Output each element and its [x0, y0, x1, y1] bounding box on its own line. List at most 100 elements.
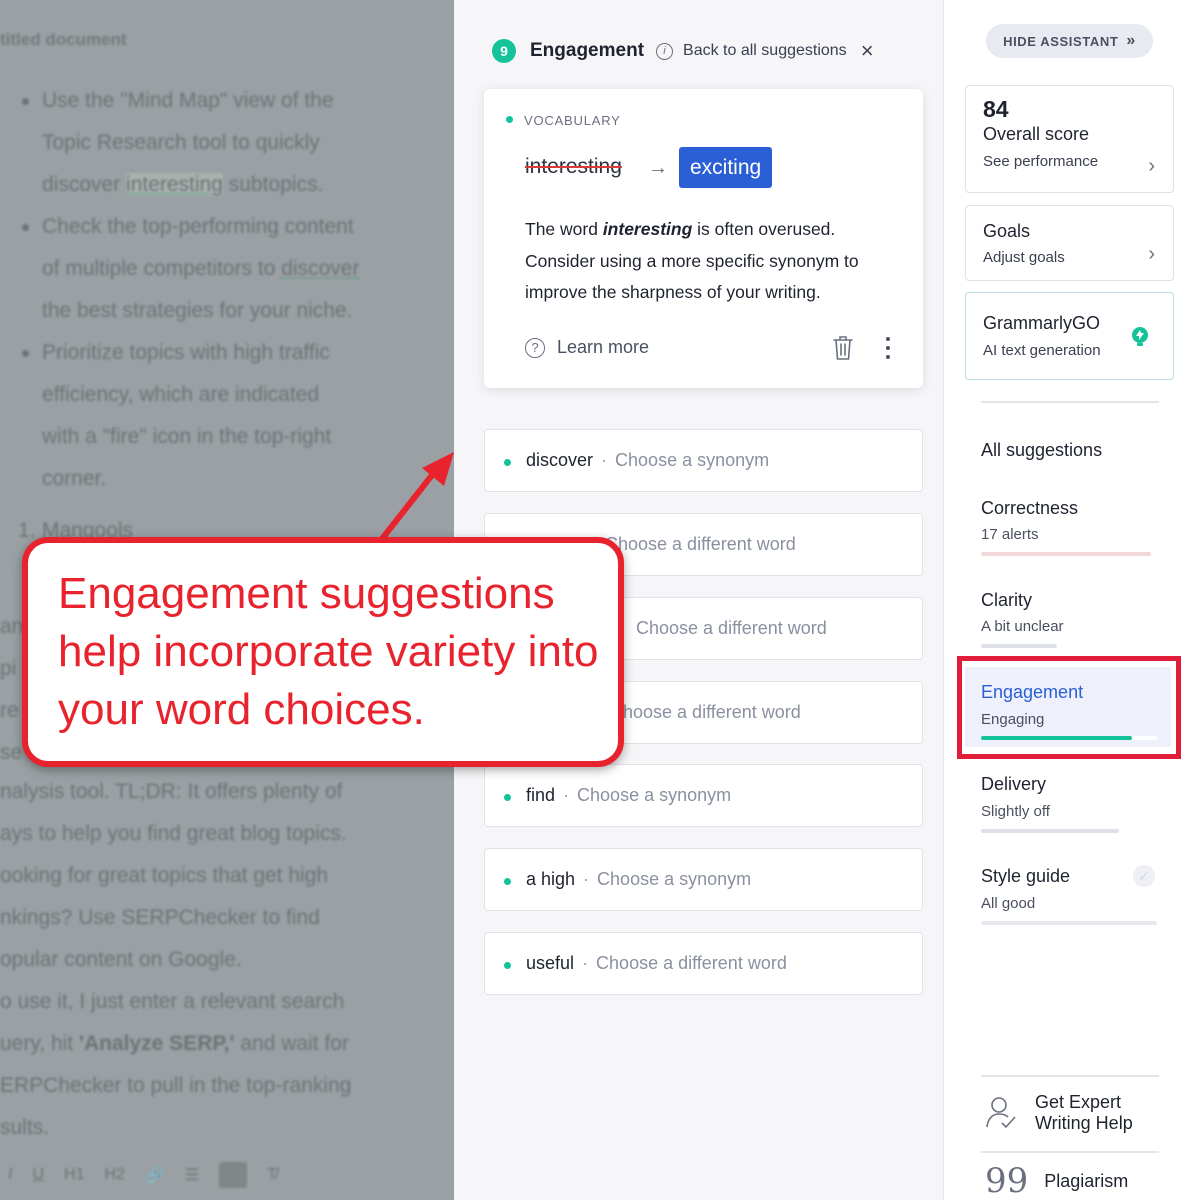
doc-text-line: Prioritize topics with high traffic	[42, 341, 330, 364]
category-style-guide-bar	[981, 921, 1157, 925]
category-correctness-bar	[981, 552, 1151, 556]
hide-assistant-button[interactable]: HIDE ASSISTANT»	[986, 24, 1153, 58]
category-dot	[504, 459, 511, 466]
list-bullet	[22, 224, 29, 231]
original-word: interesting	[525, 155, 622, 178]
plagiarism-button[interactable]: 99 Plagiarism	[985, 1161, 1129, 1200]
quote-icon: 99	[985, 1161, 1029, 1200]
sidebar-divider	[981, 1151, 1159, 1153]
info-icon[interactable]: i	[656, 42, 674, 60]
doc-text-line: sults.	[0, 1116, 50, 1139]
doc-text-line: corner.	[42, 467, 107, 490]
grammarlygo-subtitle: AI text generation	[983, 342, 1101, 359]
list-bullet	[22, 98, 29, 105]
suggestion-category: VOCABULARY	[524, 113, 621, 128]
panel-title: Engagement	[530, 40, 645, 61]
close-icon[interactable]: ×	[861, 40, 874, 62]
category-delivery-status: Slightly off	[981, 803, 1050, 820]
category-clarity-title[interactable]: Clarity	[981, 590, 1032, 611]
clear-format-icon[interactable]: T̸	[267, 1166, 277, 1184]
document-title: titled document	[0, 30, 127, 49]
panel-header: 9 Engagement i Back to all suggestions ×	[492, 36, 874, 66]
double-chevron-right-icon: »	[1126, 32, 1136, 49]
category-style-guide-title[interactable]: Style guide	[981, 866, 1070, 887]
expert-writing-help-button[interactable]: Get Expert Writing Help	[985, 1092, 1133, 1134]
bullet-list-button[interactable]	[219, 1162, 248, 1188]
doc-text-line: uery, hit 'Analyze SERP,' and wait for	[0, 1032, 349, 1055]
list-bullet	[22, 350, 29, 357]
ordered-list-icon[interactable]: ☰	[185, 1165, 199, 1185]
doc-text-fragment: se	[0, 741, 23, 764]
suggestion-card[interactable]: find · Choose a synonym	[484, 764, 923, 827]
overall-score-title: Overall score	[983, 124, 1090, 144]
doc-text-line: the best strategies for your niche.	[42, 299, 353, 322]
grammarlygo-card[interactable]: GrammarlyGO AI text generation	[965, 292, 1174, 380]
doc-text-line: o use it, I just enter a relevant search	[0, 990, 345, 1013]
category-dot	[504, 962, 511, 969]
doc-text-line: of multiple competitors to discover	[42, 257, 360, 280]
heading1-button[interactable]: H1	[64, 1166, 84, 1184]
active-suggestion-card[interactable]: VOCABULARY interesting → exciting The wo…	[484, 89, 923, 388]
category-dot	[504, 794, 511, 801]
highlight-annotation-frame	[957, 656, 1181, 759]
category-delivery-bar	[981, 829, 1119, 833]
adjust-goals-link[interactable]: Adjust goals	[983, 249, 1065, 266]
expert-writing-help-label: Get Expert Writing Help	[1035, 1092, 1133, 1133]
doc-text-line: ooking for great topics that get high	[0, 864, 329, 887]
doc-text-line: opular content on Google.	[0, 948, 242, 971]
suggestion-explanation: The word interesting is often overused. …	[525, 219, 859, 303]
overall-score-value: 84	[983, 96, 1009, 122]
trash-icon[interactable]	[832, 335, 854, 361]
grammarlygo-title: GrammarlyGO	[983, 313, 1100, 333]
category-dot	[504, 878, 511, 885]
category-clarity-status: A bit unclear	[981, 618, 1064, 635]
annotation-text: Engagement suggestions help incorporate …	[58, 569, 599, 734]
plagiarism-label: Plagiarism	[1044, 1170, 1129, 1191]
doc-text-fragment: pi	[0, 657, 17, 680]
overall-score-card[interactable]: 84 Overall score See performance ›	[965, 85, 1174, 193]
category-correctness-title[interactable]: Correctness	[981, 498, 1078, 519]
chevron-right-icon: ›	[1148, 155, 1155, 177]
suggestion-card[interactable]: discover · Choose a synonym	[484, 429, 923, 492]
arrow-right-icon: →	[648, 157, 668, 179]
replacement-word-button[interactable]: exciting	[679, 147, 773, 188]
doc-text-line: discover interesting subtopics.	[42, 173, 324, 196]
annotation-arrow	[375, 452, 454, 547]
doc-text-line: ERPChecker to pull in the top-ranking	[0, 1074, 352, 1097]
expert-person-icon	[986, 1097, 1016, 1129]
highlighted-word[interactable]: interesting	[126, 173, 223, 196]
category-correctness-status: 17 alerts	[981, 526, 1039, 543]
back-to-all-suggestions-link[interactable]: Back to all suggestions	[683, 42, 847, 60]
doc-text-line: nkings? Use SERPChecker to find	[0, 906, 320, 929]
suggestion-card[interactable]: useful · Choose a different word	[484, 932, 923, 995]
learn-more-label: Learn more	[557, 337, 650, 357]
category-dot	[506, 116, 513, 123]
chevron-right-icon: ›	[1148, 243, 1155, 265]
all-suggestions-link[interactable]: All suggestions	[981, 440, 1102, 461]
sidebar-divider	[981, 1075, 1159, 1077]
sidebar-divider	[981, 401, 1159, 403]
suggestion-card[interactable]: a high · Choose a synonym	[484, 848, 923, 911]
underline-button[interactable]: U	[32, 1166, 44, 1184]
lightbulb-icon	[1132, 327, 1148, 346]
doc-text-line: ays to help you find great blog topics.	[0, 822, 347, 845]
goals-card[interactable]: Goals Adjust goals ›	[965, 205, 1174, 281]
see-performance-link[interactable]: See performance	[983, 153, 1098, 170]
doc-text-line: efficiency, which are indicated	[42, 383, 320, 406]
check-icon: ✓	[1133, 865, 1155, 887]
category-delivery-title[interactable]: Delivery	[981, 774, 1046, 795]
italic-button[interactable]: I	[8, 1166, 12, 1184]
more-options-icon[interactable]	[885, 337, 891, 359]
heading2-button[interactable]: H2	[104, 1166, 124, 1184]
doc-text-fragment: re	[0, 699, 19, 722]
doc-text-line: Check the top-performing content	[42, 215, 354, 238]
learn-more-link[interactable]: ? Learn more	[525, 337, 649, 358]
doc-text-fragment: an	[0, 615, 24, 638]
underlined-word[interactable]: discover	[281, 257, 359, 280]
annotation-callout: Engagement suggestions help incorporate …	[22, 537, 624, 767]
doc-text-line: Topic Research tool to quickly	[42, 131, 320, 154]
doc-text-line: nalysis tool. TL;DR: It offers plenty of	[0, 780, 343, 803]
link-icon[interactable]: 🔗	[145, 1165, 165, 1185]
category-clarity-bar	[981, 644, 1057, 648]
doc-text-line: with a "fire" icon in the top-right	[42, 425, 332, 448]
